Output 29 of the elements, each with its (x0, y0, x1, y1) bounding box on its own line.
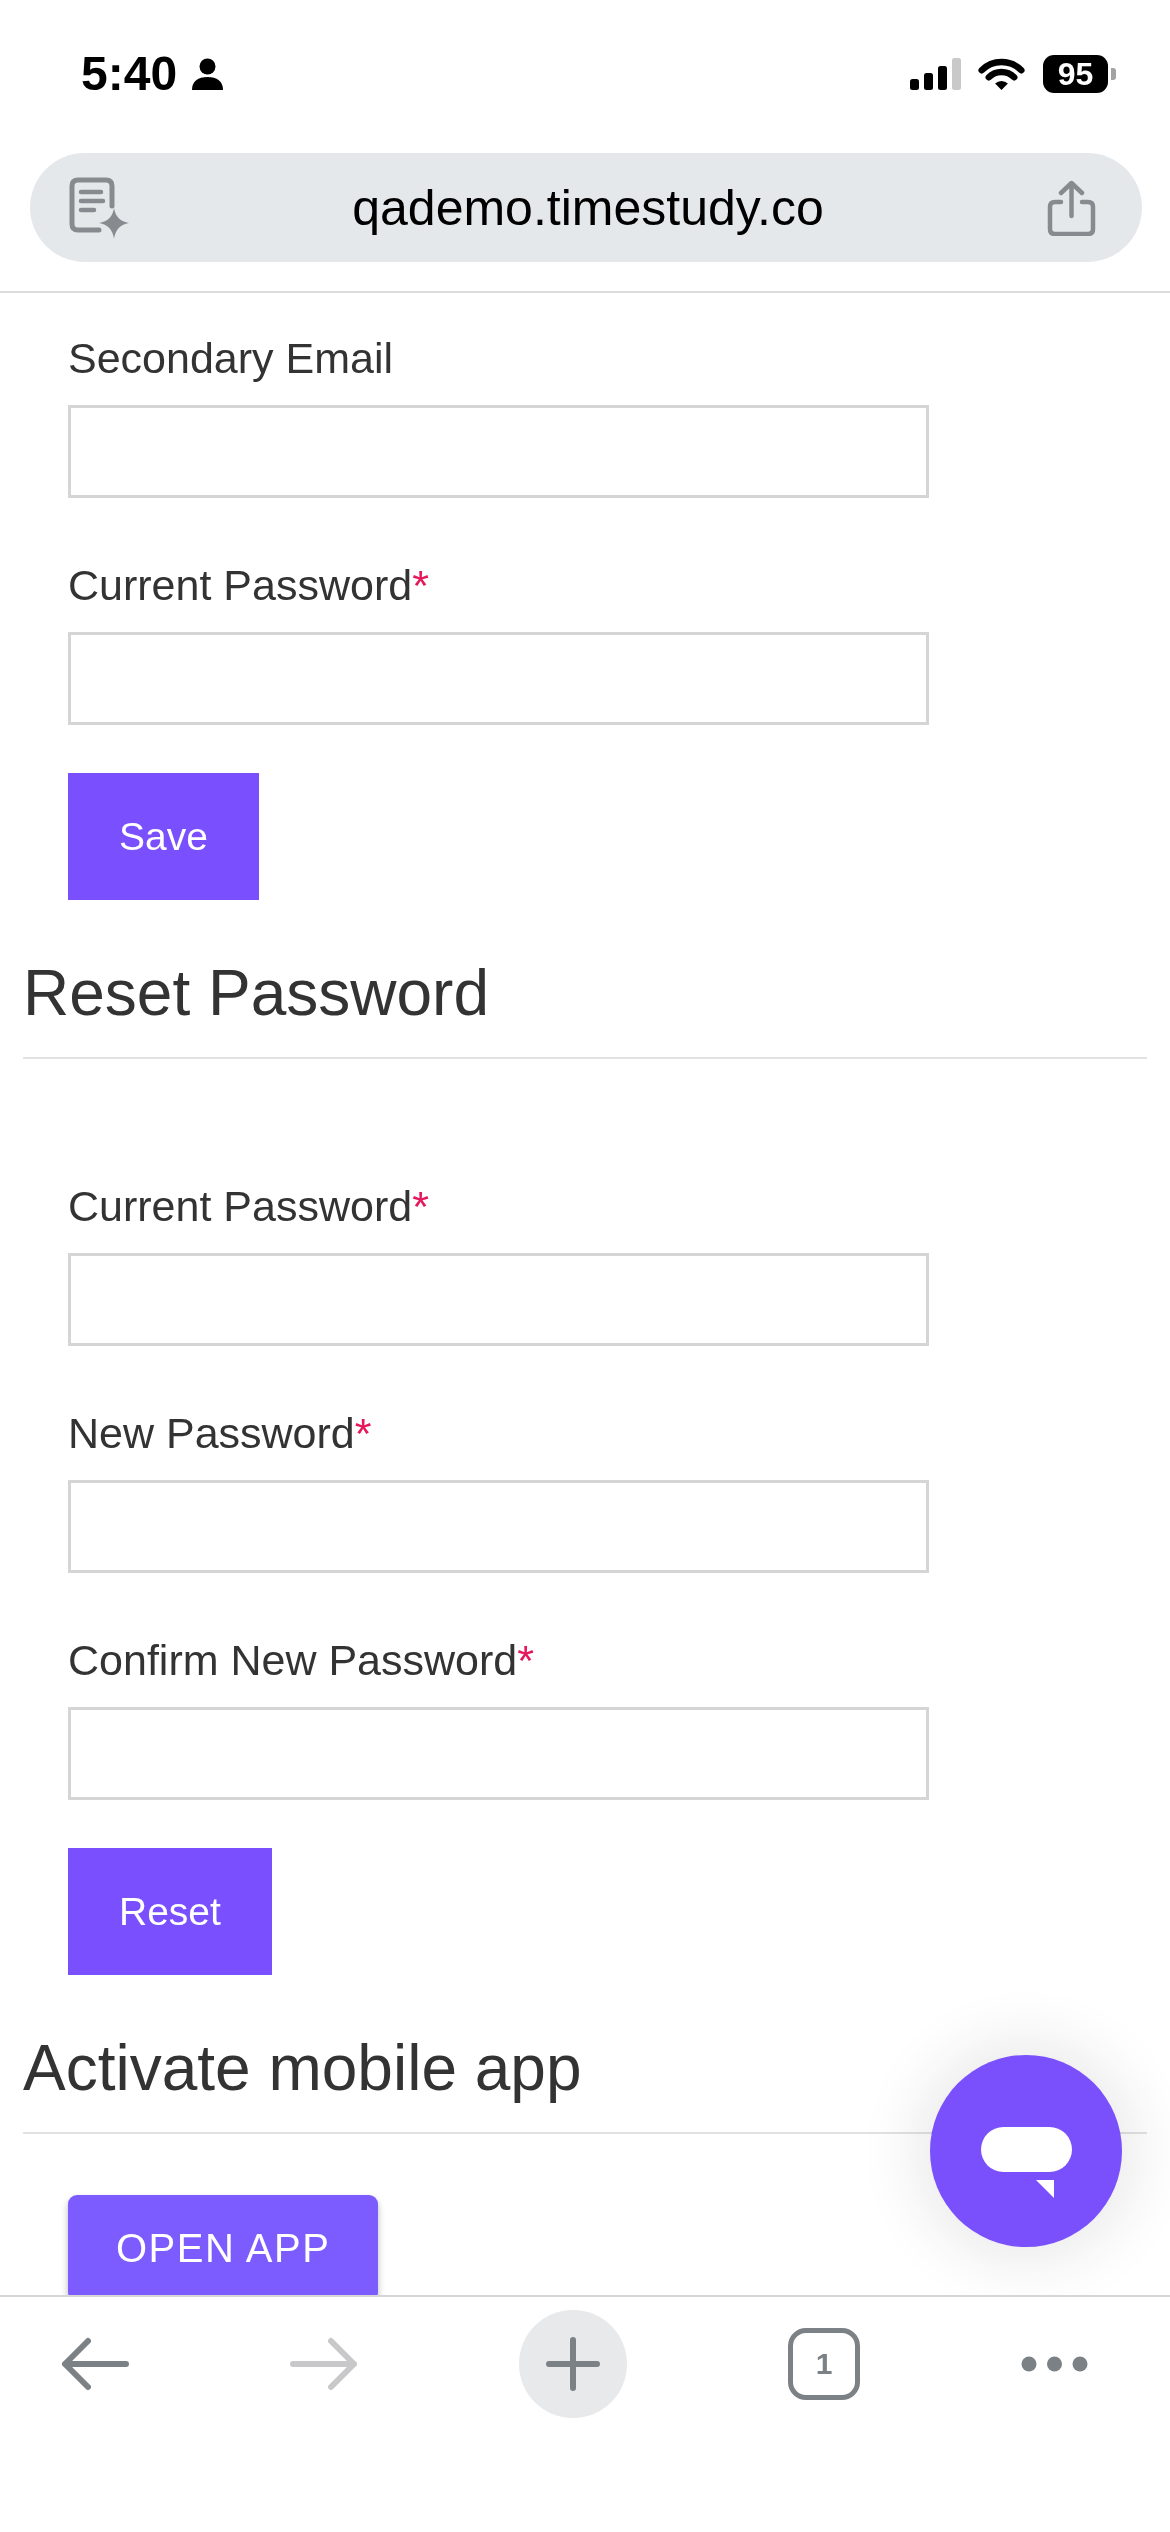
chat-bubble-icon (980, 2126, 1072, 2198)
text-input[interactable] (68, 1480, 929, 1573)
reset-button[interactable]: Reset (68, 1848, 272, 1975)
open-app-button[interactable]: OPEN APP (68, 2195, 379, 2295)
text-input[interactable] (68, 1253, 929, 1346)
field-label: Secondary Email (68, 333, 394, 384)
text-input[interactable] (68, 1707, 929, 1800)
ellipsis-icon[interactable] (1021, 2356, 1088, 2372)
save-button[interactable]: Save (68, 773, 259, 900)
field-label: New Password* (68, 1408, 372, 1459)
tab-count-button[interactable]: 1 (788, 2328, 860, 2400)
plus-icon (546, 2337, 600, 2391)
section-heading: Reset Password (23, 957, 489, 1029)
battery-indicator: 95 (1043, 55, 1116, 93)
field-label: Current Password* (68, 1181, 429, 1232)
url-text: qademo.timestudy.co (351, 178, 825, 238)
section-heading: Activate mobile app (23, 2032, 582, 2104)
text-input[interactable] (68, 405, 929, 498)
signal-icon (910, 58, 961, 90)
left-arrow-icon[interactable] (61, 2337, 129, 2391)
address-bar[interactable]: qademo.timestudy.co (30, 153, 1142, 262)
time-text: 5:40 (81, 50, 178, 98)
wifi-icon (977, 57, 1026, 91)
person-icon (192, 58, 224, 90)
document-sparkle-icon[interactable] (69, 176, 129, 239)
share-icon[interactable] (1047, 179, 1096, 236)
field-label: Confirm New Password* (68, 1635, 534, 1686)
text-input[interactable] (68, 632, 929, 725)
field-label: Current Password* (68, 560, 429, 611)
